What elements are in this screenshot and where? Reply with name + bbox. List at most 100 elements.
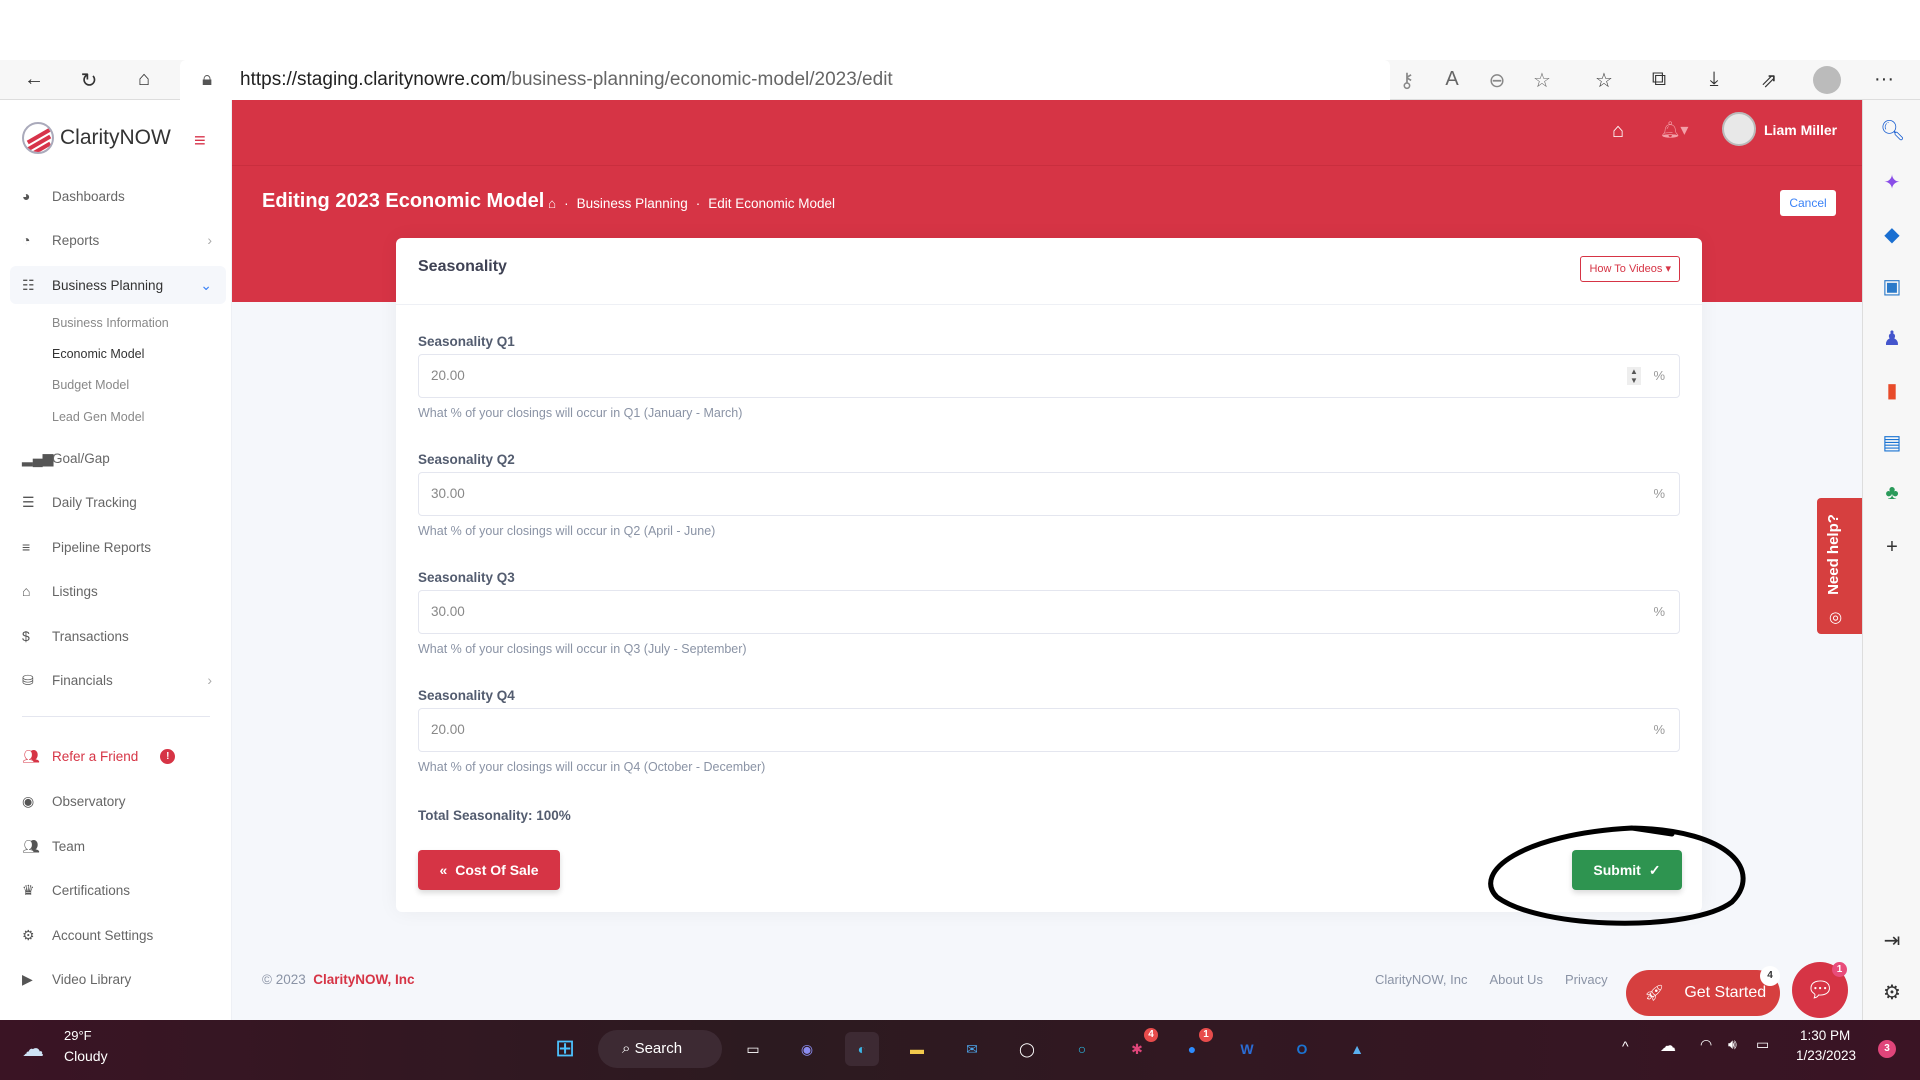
cancel-button[interactable]: Cancel bbox=[1780, 190, 1836, 216]
volume-icon[interactable]: 🔊︎ bbox=[1728, 1036, 1737, 1053]
zoom-badge: 1 bbox=[1199, 1028, 1213, 1042]
how-to-videos-dropdown[interactable]: How To Videos ▾ bbox=[1580, 256, 1680, 282]
home-icon[interactable]: ⌂ bbox=[1612, 120, 1624, 143]
key-icon[interactable]: ⚷ bbox=[1395, 68, 1419, 93]
sidebar-item-dashboards[interactable]: ◕ Dashboards bbox=[10, 180, 226, 212]
sidebar-sub-budget-model[interactable]: Budget Model bbox=[52, 378, 129, 392]
footer-link-about[interactable]: About Us bbox=[1489, 972, 1542, 987]
need-help-tab[interactable]: ◎ Need help? bbox=[1817, 498, 1862, 634]
refresh-icon[interactable]: ↻ bbox=[77, 68, 101, 93]
annotation-circle bbox=[1488, 825, 1746, 926]
weather-icon: ☁ bbox=[22, 1036, 44, 1061]
clock-time[interactable]: 1:30 PM bbox=[1800, 1028, 1850, 1043]
sidebar-item-reports[interactable]: ◔ Reports › bbox=[10, 224, 226, 256]
sidebar-item-team[interactable]: 👥︎ Team bbox=[10, 830, 226, 862]
q1-help: What % of your closings will occur in Q1… bbox=[418, 406, 743, 420]
user-name[interactable]: Liam Miller bbox=[1764, 122, 1837, 138]
brand-name: ClarityNOW bbox=[60, 126, 171, 149]
onedrive-icon[interactable]: ☁ bbox=[1660, 1036, 1676, 1056]
footer-link-company[interactable]: ClarityNOW, Inc bbox=[1375, 972, 1467, 987]
add-icon[interactable]: + bbox=[1880, 536, 1904, 559]
wifi-icon[interactable]: ◠ bbox=[1700, 1036, 1712, 1053]
more-icon[interactable]: ··· bbox=[1872, 68, 1896, 91]
temperature[interactable]: 29°F bbox=[64, 1028, 92, 1043]
settings-icon[interactable]: ⚙ bbox=[1880, 980, 1904, 1005]
word-icon[interactable]: W bbox=[1230, 1032, 1264, 1066]
taskbar-search[interactable]: ⌕ Search bbox=[598, 1030, 722, 1068]
sidebar-item-daily-tracking[interactable]: ☰ Daily Tracking bbox=[10, 486, 226, 518]
sidebar-item-pipeline-reports[interactable]: ≡ Pipeline Reports bbox=[10, 531, 226, 563]
edge-icon[interactable]: ◐ bbox=[845, 1032, 879, 1066]
percent-icon: % bbox=[1653, 368, 1665, 383]
label: Account Settings bbox=[52, 927, 154, 943]
sidebar-item-refer-a-friend[interactable]: 👥︎ Refer a Friend! bbox=[10, 740, 226, 772]
sidebar-sub-business-information[interactable]: Business Information bbox=[52, 316, 169, 330]
notification-badge[interactable]: 3 bbox=[1878, 1040, 1896, 1058]
battery-icon[interactable]: ▭ bbox=[1756, 1036, 1769, 1053]
label: How To Videos bbox=[1589, 263, 1663, 275]
hamburger-icon[interactable]: ≡ bbox=[194, 130, 206, 153]
user-avatar[interactable] bbox=[1722, 112, 1756, 146]
office-icon[interactable]: ▮ bbox=[1880, 378, 1904, 403]
task-view-icon[interactable]: ▭ bbox=[736, 1032, 770, 1066]
sidebar-item-certifications[interactable]: ♛ Certifications bbox=[10, 874, 226, 906]
photos-icon[interactable]: ▲ bbox=[1340, 1032, 1374, 1066]
label: Team bbox=[52, 838, 86, 854]
alexa-icon[interactable]: ○ bbox=[1065, 1032, 1099, 1066]
cost-of-sale-button[interactable]: « Cost Of Sale bbox=[418, 850, 560, 890]
spinner-icon[interactable]: ▲ ▼ bbox=[1627, 367, 1641, 385]
sidebar-item-listings[interactable]: ⌂ Listings bbox=[10, 575, 226, 607]
seasonality-q2-input[interactable]: 30.00% bbox=[418, 472, 1680, 516]
shopping-tag-icon[interactable]: ◆ bbox=[1880, 222, 1904, 247]
downloads-icon[interactable]: ⤓ bbox=[1702, 68, 1726, 91]
sidebar-item-video-library[interactable]: ▶ Video Library bbox=[10, 963, 226, 995]
lock-icon: 🔒︎ bbox=[202, 69, 213, 90]
breadcrumb-home-icon[interactable]: ⌂ bbox=[548, 196, 556, 211]
games-icon[interactable]: ♟ bbox=[1880, 326, 1904, 351]
coins-icon: ⛁ bbox=[22, 671, 34, 688]
tools-icon[interactable]: ▣ bbox=[1880, 274, 1904, 299]
sidebar-item-financials[interactable]: ⛁ Financials › bbox=[10, 664, 226, 696]
search-icon[interactable]: 🔍︎ bbox=[1880, 118, 1905, 143]
sidebar-item-transactions[interactable]: $ Transactions bbox=[10, 620, 226, 652]
sidebar-item-account-settings[interactable]: ⚙ Account Settings bbox=[10, 919, 226, 951]
home-icon[interactable]: ⌂ bbox=[132, 68, 156, 91]
collections-icon[interactable]: ⧉ bbox=[1647, 68, 1671, 91]
dell-icon[interactable]: ◯ bbox=[1010, 1032, 1044, 1066]
get-started-button[interactable]: 🚀︎ Get Started bbox=[1626, 970, 1780, 1016]
mail-icon[interactable]: ✉ bbox=[955, 1032, 989, 1066]
sidebar-sub-lead-gen-model[interactable]: Lead Gen Model bbox=[52, 410, 144, 424]
favorites-icon[interactable]: ☆ bbox=[1592, 68, 1616, 93]
sidebar-item-goal-gap[interactable]: ▂▄▆ Goal/Gap bbox=[10, 442, 226, 474]
company-link[interactable]: ClarityNOW, Inc bbox=[313, 972, 414, 987]
seasonality-q3-input[interactable]: 30.00% bbox=[418, 590, 1680, 634]
seasonality-q1-input[interactable]: 20.00 ▲ ▼% bbox=[418, 354, 1680, 398]
read-aloud-icon[interactable]: A bbox=[1440, 68, 1464, 91]
tree-icon[interactable]: ♣ bbox=[1880, 482, 1904, 505]
copilot-icon[interactable]: ✦ bbox=[1880, 170, 1904, 195]
file-explorer-icon[interactable]: ▬ bbox=[900, 1032, 934, 1066]
outlook-icon[interactable]: ▤ bbox=[1880, 430, 1904, 455]
profile-avatar[interactable] bbox=[1813, 66, 1841, 94]
footer-link-privacy[interactable]: Privacy bbox=[1565, 972, 1608, 987]
breadcrumb-business-planning[interactable]: Business Planning bbox=[577, 196, 688, 211]
weather-text[interactable]: Cloudy bbox=[64, 1048, 108, 1064]
sidebar-item-observatory[interactable]: ◉ Observatory bbox=[10, 785, 226, 817]
address-bar[interactable]: 🔒︎ https://staging.claritynowre.com/busi… bbox=[180, 60, 1390, 100]
copy: © 2023 bbox=[262, 972, 306, 987]
bell-icon[interactable]: 🔔︎▾ bbox=[1660, 120, 1688, 140]
sidebar-item-business-planning[interactable]: ☷ Business Planning ⌄ bbox=[10, 266, 226, 304]
seasonality-q4-input[interactable]: 20.00% bbox=[418, 708, 1680, 752]
clock-date[interactable]: 1/23/2023 bbox=[1796, 1048, 1856, 1063]
start-icon[interactable]: ⊞ bbox=[548, 1032, 582, 1066]
share-icon[interactable]: ⇗ bbox=[1757, 68, 1781, 93]
logo[interactable]: ClarityNOW bbox=[22, 122, 171, 154]
teams-icon[interactable]: ◉ bbox=[790, 1032, 824, 1066]
add-favorite-icon[interactable]: ☆ bbox=[1530, 68, 1554, 93]
hide-sidebar-icon[interactable]: ⇥ bbox=[1880, 928, 1904, 953]
chevron-up-icon[interactable]: ^ bbox=[1622, 1038, 1629, 1054]
zoom-out-icon[interactable]: ⊖ bbox=[1485, 68, 1509, 93]
outlook-icon[interactable]: O bbox=[1285, 1032, 1319, 1066]
sidebar-sub-economic-model[interactable]: Economic Model bbox=[52, 347, 144, 361]
back-icon[interactable]: ← bbox=[22, 68, 46, 91]
